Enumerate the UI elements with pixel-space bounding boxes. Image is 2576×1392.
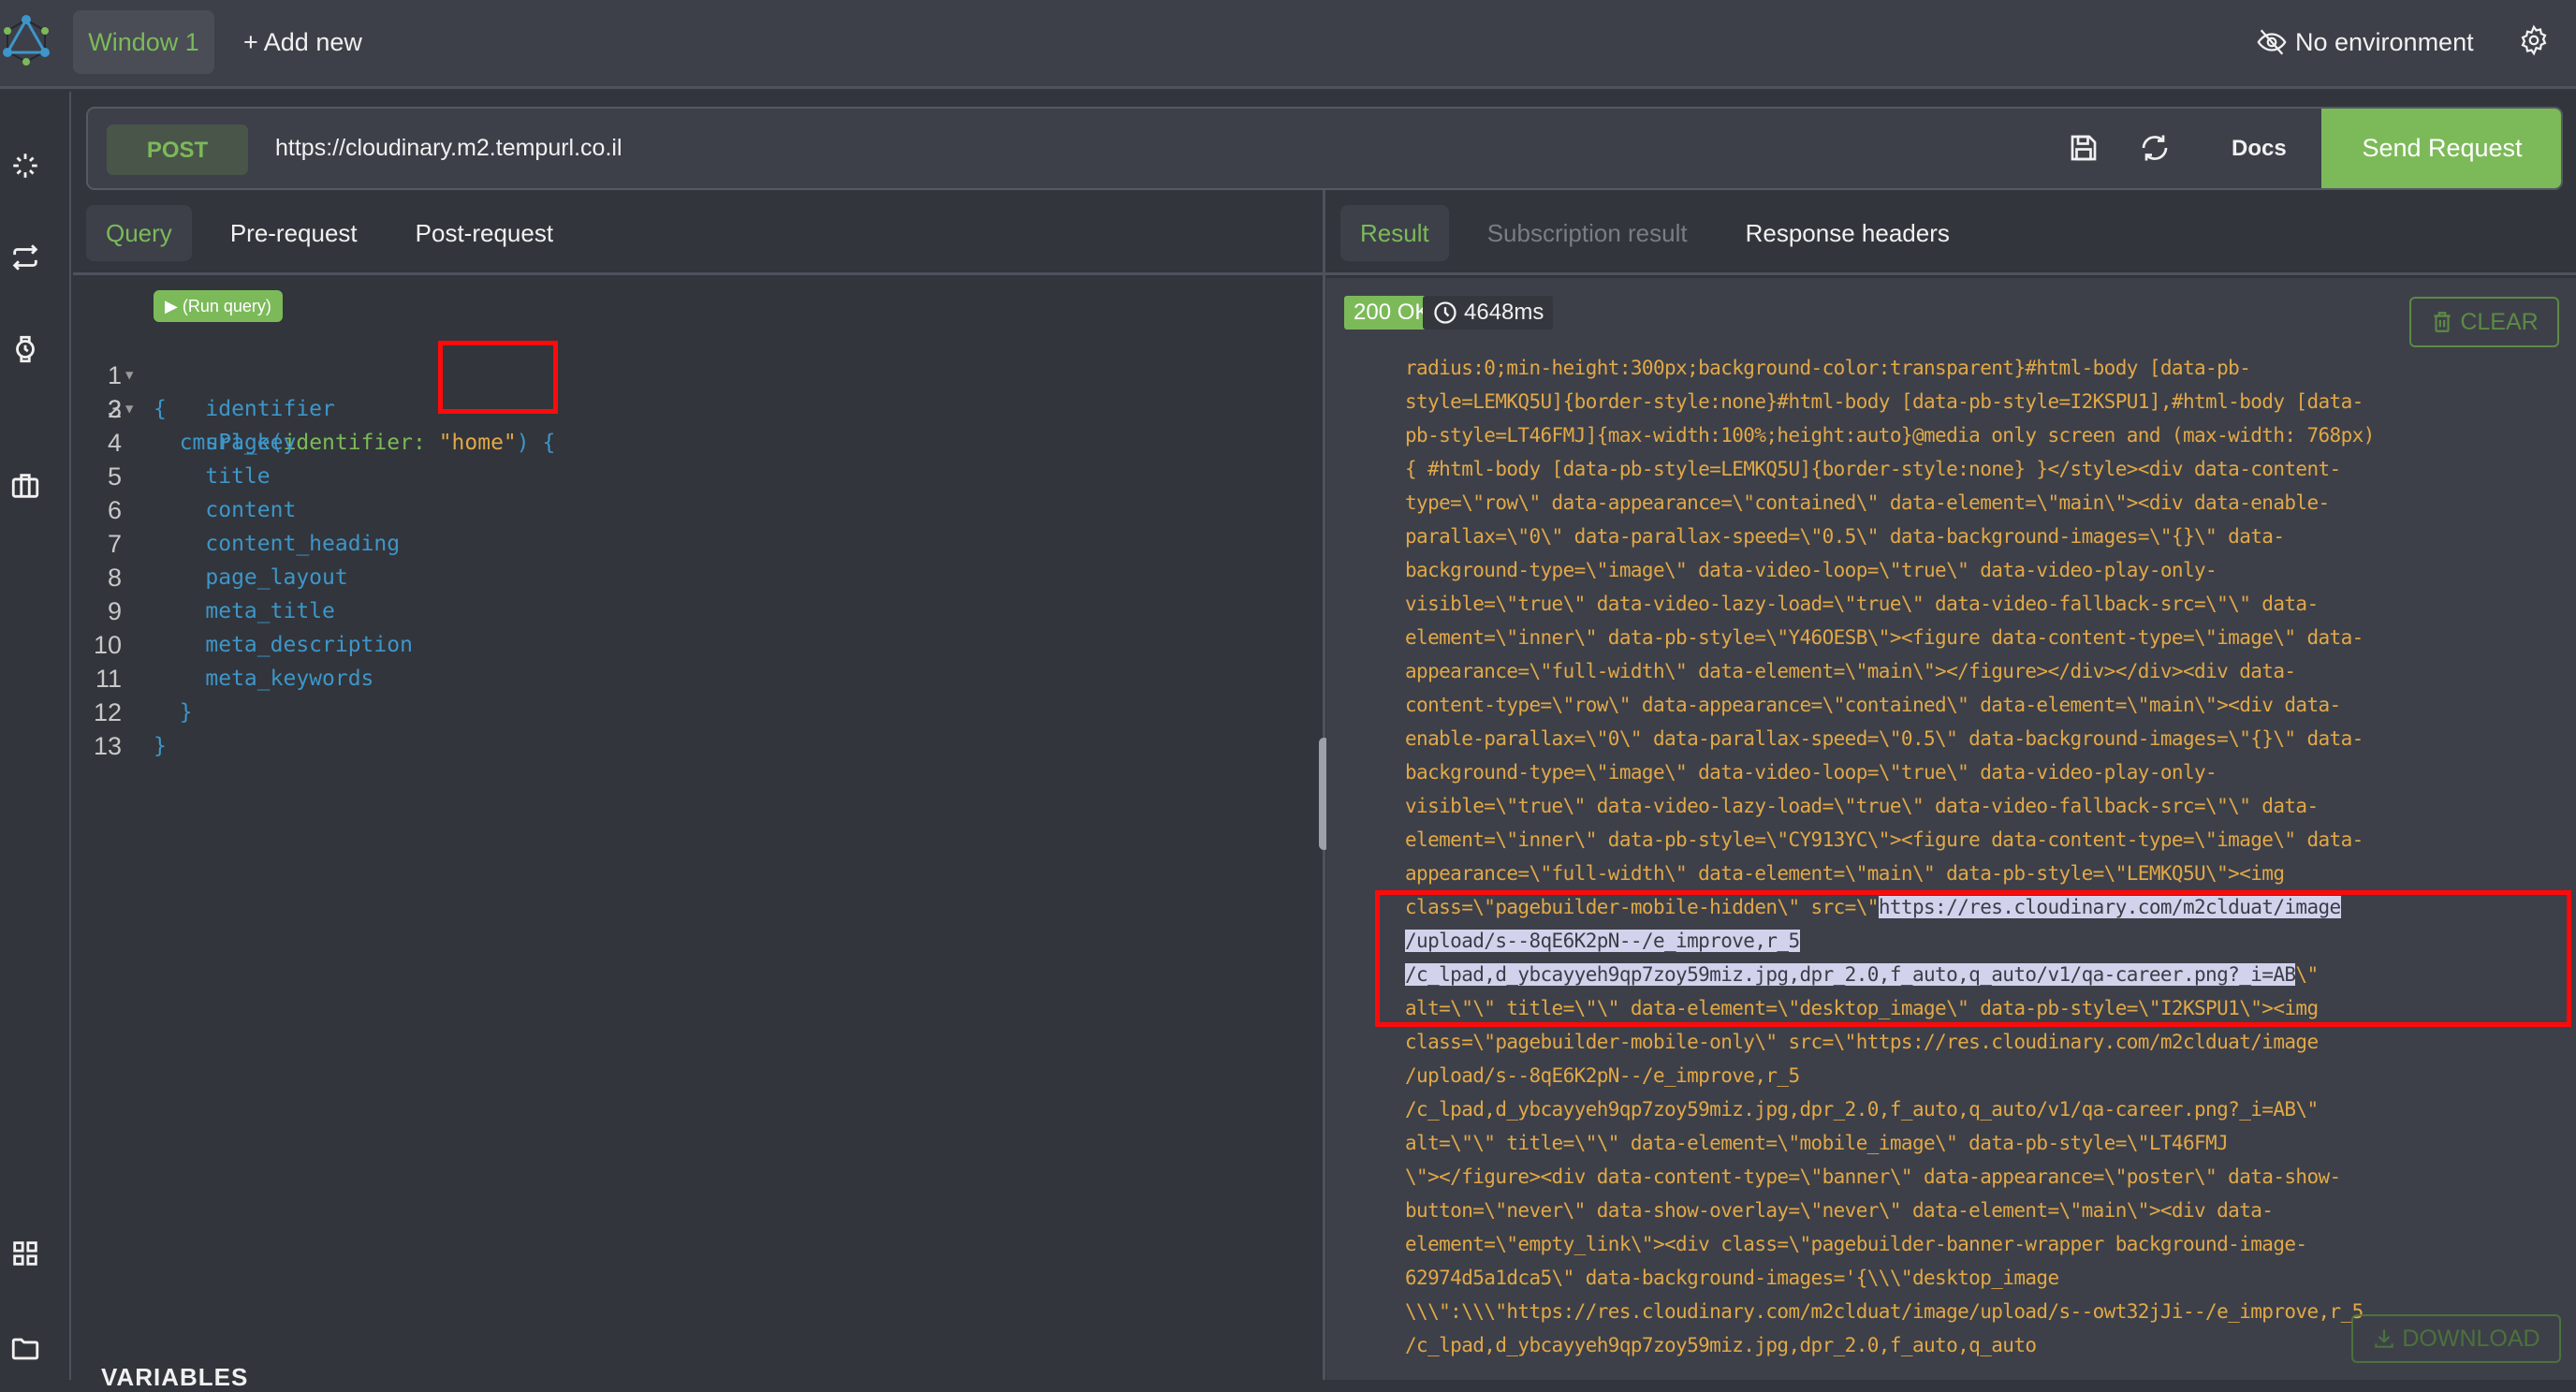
sparkle-icon[interactable] bbox=[9, 150, 41, 182]
result-line: parallax=\"0\" data-parallax-speed=\"0.5… bbox=[1405, 525, 2285, 548]
result-line: { #html-body [data-pb-style=LEMKQ5U]{bor… bbox=[1405, 458, 2341, 480]
code-line: 7 content_heading bbox=[107, 530, 401, 558]
briefcase-icon[interactable] bbox=[9, 470, 41, 502]
top-bar: Window 1 + Add new No environment bbox=[0, 0, 2576, 89]
result-line: background-type=\"image\" data-video-loo… bbox=[1405, 761, 2217, 784]
code-line: 8 page_layout bbox=[107, 564, 348, 592]
code-line: 1 ▼ { bbox=[73, 325, 1290, 421]
result-line: 62974d5a1dca5\" data-background-images='… bbox=[1405, 1267, 2059, 1289]
code-line: 2 ▼ cmsPage(identifier: "home") { bbox=[73, 359, 1290, 455]
result-line: /c_lpad,d_ybcayyeh9qp7zoy59miz.jpg,dpr_2… bbox=[1405, 1334, 2037, 1356]
result-line: /c_lpad,d_ybcayyeh9qp7zoy59miz.jpg,dpr_2… bbox=[1405, 1098, 2319, 1121]
code-line: 4 url_key bbox=[107, 429, 297, 457]
app-logo-icon bbox=[3, 15, 50, 66]
clock-icon bbox=[1434, 301, 1456, 324]
save-icon[interactable] bbox=[2067, 131, 2100, 165]
add-new-window-button[interactable]: + Add new bbox=[243, 10, 362, 74]
refresh-icon[interactable] bbox=[2138, 131, 2172, 165]
annotation-highlight-box bbox=[1375, 890, 2571, 1027]
code-line: 13} bbox=[93, 732, 167, 760]
run-query-button[interactable]: ▶ (Run query) bbox=[154, 290, 283, 322]
swap-arrows-icon[interactable] bbox=[9, 242, 41, 273]
result-line: button=\"never\" data-show-overlay=\"nev… bbox=[1405, 1199, 2274, 1222]
grid-icon[interactable] bbox=[9, 1238, 41, 1269]
tab-query[interactable]: Query bbox=[86, 205, 192, 261]
code-line: 5 title bbox=[107, 462, 271, 491]
result-line: visible=\"true\" data-video-lazy-load=\"… bbox=[1405, 593, 2319, 615]
clear-button[interactable]: CLEAR bbox=[2409, 297, 2559, 347]
url-input[interactable]: https://cloudinary.m2.tempurl.co.il bbox=[275, 109, 622, 188]
send-request-button[interactable]: Send Request bbox=[2321, 109, 2561, 188]
result-line: class=\"pagebuilder-mobile-only\" src=\"… bbox=[1405, 1031, 2319, 1053]
result-tabs: Result Subscription result Response head… bbox=[1340, 205, 1988, 261]
environment-selector[interactable]: No environment bbox=[2256, 21, 2474, 64]
tabs-divider-right bbox=[1325, 272, 2576, 275]
result-line: alt=\"\" title=\"\" data-element=\"mobil… bbox=[1405, 1132, 2229, 1154]
result-line: content-type=\"row\" data-appearance=\"c… bbox=[1405, 694, 2341, 716]
folder-icon[interactable] bbox=[9, 1333, 41, 1365]
code-line: 11 meta_keywords bbox=[95, 665, 374, 693]
annotation-highlight-box bbox=[438, 341, 558, 414]
sidebar bbox=[0, 92, 71, 1380]
result-line: radius:0;min-height:300px;background-col… bbox=[1405, 357, 2251, 379]
result-line: element=\"inner\" data-pb-style=\"Y46OES… bbox=[1405, 626, 2364, 649]
tab-post-request[interactable]: Post-request bbox=[396, 205, 573, 261]
code-line: 3 identifier bbox=[107, 395, 335, 423]
result-line: appearance=\"full-width\" data-element=\… bbox=[1405, 862, 2285, 885]
result-line: background-type=\"image\" data-video-loo… bbox=[1405, 559, 2217, 581]
variables-header[interactable]: VARIABLES bbox=[101, 1363, 248, 1392]
result-line: enable-parallax=\"0\" data-parallax-spee… bbox=[1405, 727, 2364, 750]
result-line: \"></figure><div data-content-type=\"ban… bbox=[1405, 1165, 2341, 1188]
result-line: style=LEMKQ5U]{border-style:none}#html-b… bbox=[1405, 390, 2364, 413]
query-tabs: Query Pre-request Post-request bbox=[86, 205, 592, 261]
docs-button[interactable]: Docs bbox=[2232, 109, 2287, 188]
method-selector[interactable]: POST bbox=[107, 125, 248, 175]
window-tab[interactable]: Window 1 bbox=[73, 10, 214, 74]
download-icon bbox=[2375, 1329, 2394, 1348]
result-panel: 200 OK 4648ms CLEAR radius:0;min-height:… bbox=[1326, 278, 2576, 1380]
eye-off-icon bbox=[2257, 29, 2287, 55]
download-button[interactable]: DOWNLOAD bbox=[2351, 1314, 2561, 1363]
result-line: \\\":\\\"https://res.cloudinary.com/m2cl… bbox=[1405, 1300, 2364, 1323]
query-editor[interactable]: ▶ (Run query) 1 ▼ { 2 ▼ cmsPage(identifier… bbox=[73, 275, 1322, 1380]
code-line: 9 meta_title bbox=[107, 597, 335, 625]
code-line: 6 content bbox=[107, 496, 297, 524]
environment-label: No environment bbox=[2295, 27, 2474, 56]
result-line: pb-style=LT46FMJ]{max-width:100%;height:… bbox=[1405, 424, 2375, 447]
result-line: appearance=\"full-width\" data-element=\… bbox=[1405, 660, 2296, 682]
trash-icon bbox=[2434, 312, 2451, 332]
code-line: 10 meta_description bbox=[93, 631, 413, 659]
settings-gear-icon[interactable] bbox=[2518, 24, 2550, 56]
watch-icon[interactable] bbox=[9, 333, 41, 365]
result-line: /upload/s--8qE6K2pN--/e_improve,r_5 bbox=[1405, 1064, 1800, 1087]
response-time: 4648ms bbox=[1423, 296, 1554, 330]
tab-response-headers[interactable]: Response headers bbox=[1726, 205, 1969, 261]
result-line: element=\"empty_link\"><div class=\"page… bbox=[1405, 1233, 2307, 1255]
tab-pre-request[interactable]: Pre-request bbox=[211, 205, 377, 261]
tab-subscription-result[interactable]: Subscription result bbox=[1468, 205, 1707, 261]
result-line: type=\"row\" data-appearance=\"contained… bbox=[1405, 491, 2330, 514]
tab-result[interactable]: Result bbox=[1340, 205, 1449, 261]
request-bar: POST https://cloudinary.m2.tempurl.co.il… bbox=[86, 107, 2563, 190]
code-line: 12 } bbox=[93, 698, 193, 726]
result-line: element=\"inner\" data-pb-style=\"CY913Y… bbox=[1405, 828, 2364, 851]
result-line: visible=\"true\" data-video-lazy-load=\"… bbox=[1405, 795, 2319, 817]
